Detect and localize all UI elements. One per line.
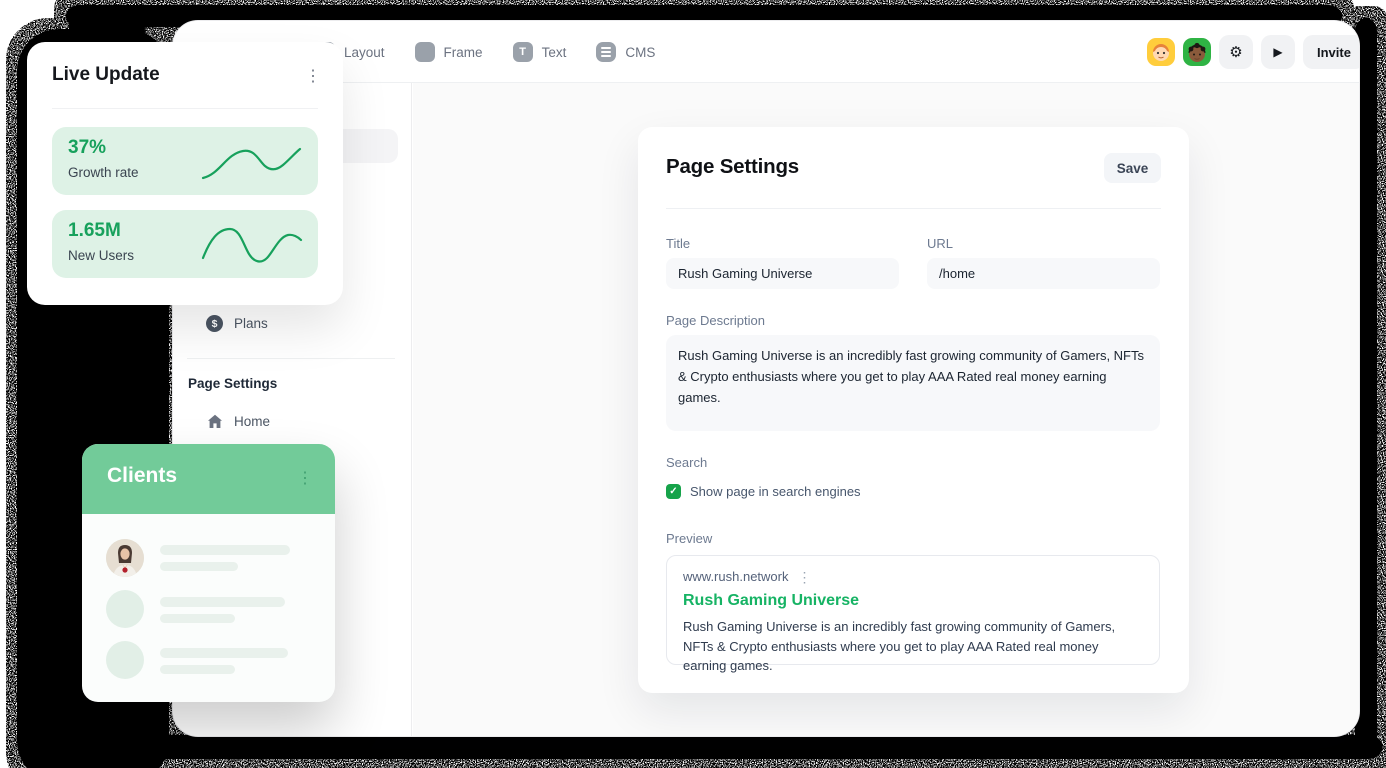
- description-textarea[interactable]: Rush Gaming Universe is an incredibly fa…: [666, 335, 1160, 431]
- description-field-label: Page Description: [666, 313, 765, 328]
- tool-frame-label: Frame: [444, 45, 483, 60]
- new-users-sparkline: [200, 222, 304, 266]
- live-update-kebab-icon[interactable]: ⋮: [305, 66, 321, 86]
- toolbar-right: ⚙ ▶ Invite: [1147, 35, 1360, 69]
- clients-title: Clients: [107, 464, 177, 488]
- clients-kebab-icon[interactable]: ⋮: [297, 468, 313, 488]
- client-portrait: [106, 539, 144, 577]
- clients-card-header: Clients ⋮: [82, 444, 335, 514]
- client-sub-skeleton: [160, 614, 235, 623]
- save-button[interactable]: Save: [1104, 153, 1161, 183]
- client-sub-skeleton: [160, 562, 238, 571]
- text-icon: T: [513, 42, 533, 62]
- person-emoji-avatar: [1183, 38, 1211, 66]
- client-sub-skeleton: [160, 665, 235, 674]
- tool-cms-label: CMS: [625, 45, 655, 60]
- stat-tile-new-users: 1.65M New Users: [52, 210, 318, 278]
- app-window: Layout Frame T Text CMS: [172, 20, 1360, 737]
- url-field-label: URL: [927, 236, 953, 251]
- sidebar-section-title: Page Settings: [188, 376, 277, 391]
- growth-rate-value: 37%: [68, 137, 106, 159]
- invite-button[interactable]: Invite: [1303, 35, 1360, 69]
- title-field-label: Title: [666, 236, 690, 251]
- toolbar: Layout Frame T Text CMS: [173, 21, 1359, 83]
- new-users-value: 1.65M: [68, 220, 121, 242]
- client-avatar-placeholder: [106, 641, 144, 679]
- tool-layout-label: Layout: [344, 45, 385, 60]
- search-section-label: Search: [666, 455, 707, 470]
- tool-frame[interactable]: Frame: [415, 42, 483, 62]
- growth-rate-label: Growth rate: [68, 165, 139, 180]
- page-settings-panel: Page Settings Save Title URL Page Descri…: [638, 127, 1189, 693]
- preview-domain: www.rush.network: [683, 569, 788, 584]
- preview-domain-row: www.rush.network ⋮: [683, 569, 1143, 584]
- preview-play-button[interactable]: ▶: [1261, 35, 1295, 69]
- url-input[interactable]: [927, 258, 1160, 289]
- live-update-title: Live Update: [52, 64, 160, 86]
- preview-kebab-icon[interactable]: ⋮: [797, 570, 811, 584]
- avatar-user-1[interactable]: [1147, 38, 1175, 66]
- search-checkbox-label: Show page in search engines: [690, 484, 861, 499]
- avatar-user-2[interactable]: [1183, 38, 1211, 66]
- client-name-skeleton: [160, 597, 285, 607]
- sidebar-item-home[interactable]: Home: [207, 414, 270, 429]
- panel-divider: [666, 208, 1161, 209]
- clients-card: Clients ⋮: [82, 444, 335, 702]
- toolbar-tools: Layout Frame T Text CMS: [315, 21, 655, 83]
- preview-result-title[interactable]: Rush Gaming Universe: [683, 592, 1143, 610]
- page-root: Layout Frame T Text CMS: [0, 0, 1386, 768]
- preview-section-label: Preview: [666, 531, 712, 546]
- home-icon: [207, 414, 223, 429]
- dollar-icon: $: [206, 315, 223, 332]
- checkbox-checked-icon[interactable]: ✓: [666, 484, 681, 499]
- frame-icon: [415, 42, 435, 62]
- live-update-card: Live Update ⋮ 37% Growth rate 1.65M New …: [27, 42, 343, 305]
- sidebar-home-label: Home: [234, 414, 270, 429]
- sidebar-divider: [187, 358, 395, 359]
- tool-cms[interactable]: CMS: [596, 42, 655, 62]
- gear-icon: ⚙: [1229, 43, 1242, 61]
- title-input[interactable]: [666, 258, 899, 289]
- search-preview-card: www.rush.network ⋮ Rush Gaming Universe …: [666, 555, 1160, 665]
- sidebar-plans-label: Plans: [234, 316, 268, 331]
- settings-button[interactable]: ⚙: [1219, 35, 1253, 69]
- tool-text[interactable]: T Text: [513, 42, 567, 62]
- new-users-label: New Users: [68, 248, 134, 263]
- client-avatar-photo: [106, 539, 144, 577]
- panel-title: Page Settings: [666, 155, 799, 179]
- cms-icon: [596, 42, 616, 62]
- client-name-skeleton: [160, 545, 290, 555]
- sidebar-item-plans[interactable]: $ Plans: [206, 315, 268, 332]
- play-icon: ▶: [1273, 45, 1282, 59]
- growth-sparkline: [200, 139, 304, 183]
- client-avatar-placeholder: [106, 590, 144, 628]
- baby-emoji-avatar: [1147, 38, 1175, 66]
- live-update-divider: [52, 108, 318, 109]
- stat-tile-growth: 37% Growth rate: [52, 127, 318, 195]
- tool-text-label: Text: [542, 45, 567, 60]
- search-engine-checkbox-row[interactable]: ✓ Show page in search engines: [666, 484, 861, 499]
- client-name-skeleton: [160, 648, 288, 658]
- preview-result-description: Rush Gaming Universe is an incredibly fa…: [683, 617, 1135, 676]
